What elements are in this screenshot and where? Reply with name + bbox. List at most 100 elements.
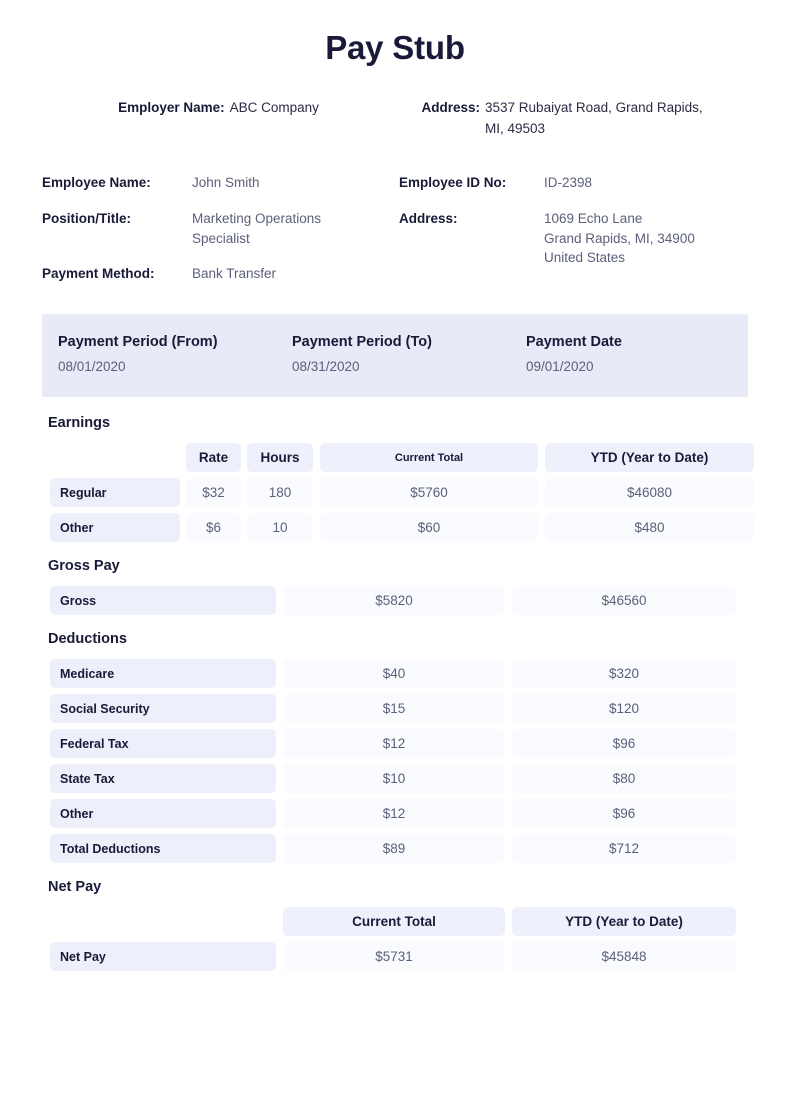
earnings-row-hours: 10 <box>247 513 313 543</box>
deductions-row-ytd: $80 <box>512 764 736 794</box>
employee-info-right: Employee ID No: ID-2398 Address: 1069 Ec… <box>391 173 748 299</box>
deductions-row-label: Other <box>50 799 276 829</box>
net-pay-table: Current Total YTD (Year to Date) Net Pay… <box>42 907 748 972</box>
employee-name-row: Employee Name: John Smith <box>42 173 391 193</box>
employee-payment-method-label: Payment Method: <box>42 266 155 282</box>
earnings-table: Rate Hours Current Total YTD (Year to Da… <box>42 443 754 543</box>
earnings-row-rate: $6 <box>186 513 241 543</box>
payment-period-from-label: Payment Period (From) <box>58 333 218 350</box>
net-pay-corner-spacer <box>50 907 276 936</box>
employee-name-value: John Smith <box>192 175 260 191</box>
employee-payment-method-row: Payment Method: Bank Transfer <box>42 264 391 284</box>
net-pay-heading: Net Pay <box>48 879 102 896</box>
net-pay-row-current-total: $5731 <box>283 942 505 972</box>
deductions-row-label: Total Deductions <box>50 834 276 864</box>
earnings-row-current-total: $60 <box>320 513 538 543</box>
earnings-header-rate: Rate <box>186 443 241 473</box>
employee-position-row: Position/Title: Marketing Operations Spe… <box>42 209 391 248</box>
pay-stub-page: Pay Stub Employer Name: ABC Company Addr… <box>0 0 790 1118</box>
employer-address-block: Address: 3537 Rubaiyat Road, Grand Rapid… <box>395 98 748 140</box>
employee-address-label: Address: <box>399 211 458 226</box>
earnings-row-label: Regular <box>50 478 180 508</box>
employee-info: Employee Name: John Smith Position/Title… <box>42 173 748 299</box>
deductions-row-label: State Tax <box>50 764 276 794</box>
deductions-row-ytd: $96 <box>512 729 736 759</box>
earnings-row-ytd: $46080 <box>545 478 754 508</box>
table-row: State Tax $10 $80 <box>50 764 748 794</box>
employee-address-value: 1069 Echo Lane Grand Rapids, MI, 34900 U… <box>544 211 695 266</box>
table-row: Other $6 10 $60 $480 <box>50 513 754 543</box>
deductions-row-current-total: $10 <box>283 764 505 794</box>
table-row: Other $12 $96 <box>50 799 748 829</box>
gross-pay-row-label: Gross <box>50 586 276 616</box>
earnings-header-ytd: YTD (Year to Date) <box>545 443 754 473</box>
table-row: Social Security $15 $120 <box>50 694 748 724</box>
page-title: Pay Stub <box>325 29 465 66</box>
earnings-row-ytd: $480 <box>545 513 754 543</box>
employer-name-label: Employer Name: <box>118 99 225 115</box>
payment-period-from: Payment Period (From) 08/01/2020 <box>58 332 292 378</box>
employee-position-value: Marketing Operations Specialist <box>192 211 322 246</box>
employer-name-value: ABC Company <box>229 99 319 115</box>
earnings-row-current-total: $5760 <box>320 478 538 508</box>
net-pay-row-ytd: $45848 <box>512 942 736 972</box>
payment-period-banner: Payment Period (From) 08/01/2020 Payment… <box>42 313 748 398</box>
employee-position-label: Position/Title: <box>42 211 132 226</box>
deductions-row-ytd: $320 <box>512 659 736 689</box>
net-pay-header-row: Current Total YTD (Year to Date) <box>50 907 748 937</box>
payment-period-to-label: Payment Period (To) <box>292 333 432 350</box>
table-row: Medicare $40 $320 <box>50 659 748 689</box>
deductions-row-current-total: $12 <box>283 799 505 829</box>
table-row: Net Pay $5731 $45848 <box>50 942 748 972</box>
deductions-row-ytd: $120 <box>512 694 736 724</box>
employee-address-row: Address: 1069 Echo Lane Grand Rapids, MI… <box>399 209 748 268</box>
earnings-header-hours: Hours <box>247 443 313 473</box>
deductions-row-label: Social Security <box>50 694 276 724</box>
net-pay-header-current-total: Current Total <box>283 907 505 937</box>
gross-pay-table: Gross $5820 $46560 <box>42 586 748 616</box>
payment-date-label: Payment Date <box>526 333 622 350</box>
earnings-row-hours: 180 <box>247 478 313 508</box>
table-row: Total Deductions $89 $712 <box>50 834 748 864</box>
employee-id-value: ID-2398 <box>544 175 593 191</box>
deductions-row-ytd: $712 <box>512 834 736 864</box>
employee-name-label: Employee Name: <box>42 175 151 191</box>
payment-period-to: Payment Period (To) 08/31/2020 <box>292 332 526 378</box>
gross-pay-row-current-total: $5820 <box>283 586 505 616</box>
net-pay-row-label: Net Pay <box>50 942 276 972</box>
employer-info: Employer Name: ABC Company Address: 3537… <box>42 98 748 140</box>
employer-address-label: Address: <box>421 99 481 115</box>
deductions-row-current-total: $89 <box>283 834 505 864</box>
payment-period-from-value: 08/01/2020 <box>58 359 126 375</box>
net-pay-header-ytd: YTD (Year to Date) <box>512 907 736 937</box>
employee-id-label: Employee ID No: <box>399 175 507 191</box>
deductions-row-label: Federal Tax <box>50 729 276 759</box>
earnings-header-current-total: Current Total <box>320 443 538 473</box>
deductions-table: Medicare $40 $320 Social Security $15 $1… <box>42 659 748 864</box>
earnings-row-label: Other <box>50 513 180 543</box>
deductions-heading: Deductions <box>48 631 127 648</box>
employee-id-row: Employee ID No: ID-2398 <box>399 173 748 193</box>
table-row: Federal Tax $12 $96 <box>50 729 748 759</box>
employee-info-left: Employee Name: John Smith Position/Title… <box>42 173 391 299</box>
earnings-row-rate: $32 <box>186 478 241 508</box>
